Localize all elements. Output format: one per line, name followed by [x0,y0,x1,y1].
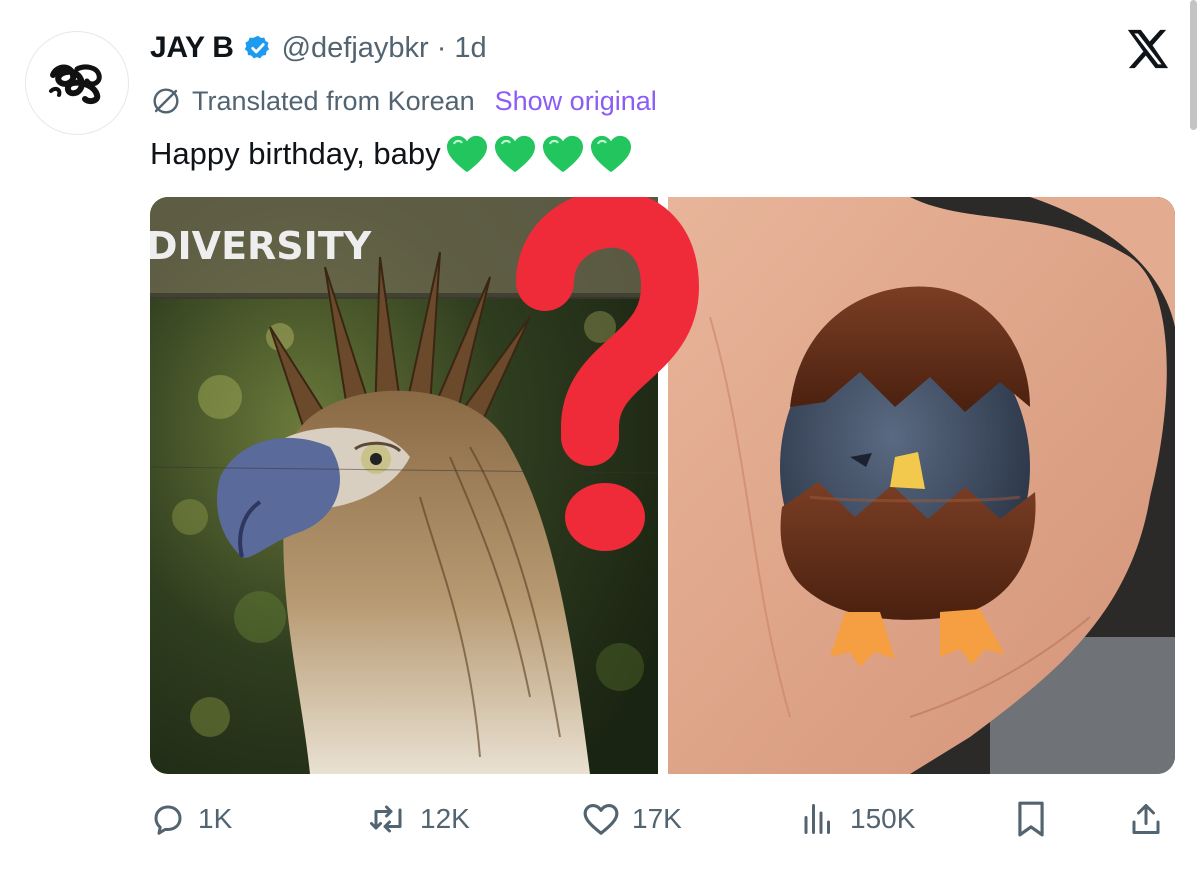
eagle-photo: DIVERSITY [150,197,659,774]
scrollbar[interactable] [1190,0,1197,130]
separator: · [436,31,447,64]
x-logo-icon[interactable] [1124,26,1170,72]
handle-time: @defjaybkr · 1d [282,32,487,65]
tweet-header: JAY B @defjaybkr · 1d [150,26,487,70]
green-heart-icon [590,135,631,173]
translation-row: Translated from Korean Show original [150,82,657,120]
green-hearts [445,134,633,174]
like-count: 17K [632,803,682,834]
chick-figurine-photo [668,197,1175,774]
translate-globe-icon [153,88,179,114]
bookmark-button[interactable] [1014,794,1048,844]
ribbon-logo-icon [49,64,102,105]
green-heart-icon [446,135,487,173]
verified-badge-icon [244,35,269,59]
repost-count: 12K [420,803,470,834]
tweet-media[interactable]: DIVERSITY [150,197,1175,774]
display-name[interactable]: JAY B [150,31,234,65]
share-icon [1132,804,1160,834]
sign-text: DIVERSITY [150,224,372,268]
like-button[interactable]: 17K [582,794,682,844]
repost-icon [370,805,402,833]
avatar[interactable] [25,31,129,135]
bookmark-icon [1018,801,1044,837]
timestamp[interactable]: 1d [454,32,486,65]
handle[interactable]: @defjaybkr [282,32,429,65]
share-button[interactable] [1128,794,1164,844]
green-heart-icon [542,135,583,173]
repost-button[interactable]: 12K [368,794,470,844]
heart-icon [583,803,619,835]
reply-icon [154,805,182,835]
translated-label: Translated from Korean [192,85,475,116]
views-icon [804,804,830,834]
reply-count: 1K [198,803,233,834]
reply-button[interactable]: 1K [150,794,232,844]
views-button[interactable]: 150K [798,794,915,844]
tweet-body: Happy birthday, baby [150,136,441,171]
views-count: 150K [850,803,916,834]
tweet-actions: 1K 12K 17K 150K [150,794,1175,844]
tweet-text: Happy birthday, baby [150,132,633,176]
green-heart-icon [494,135,535,173]
show-original-link[interactable]: Show original [495,86,657,117]
